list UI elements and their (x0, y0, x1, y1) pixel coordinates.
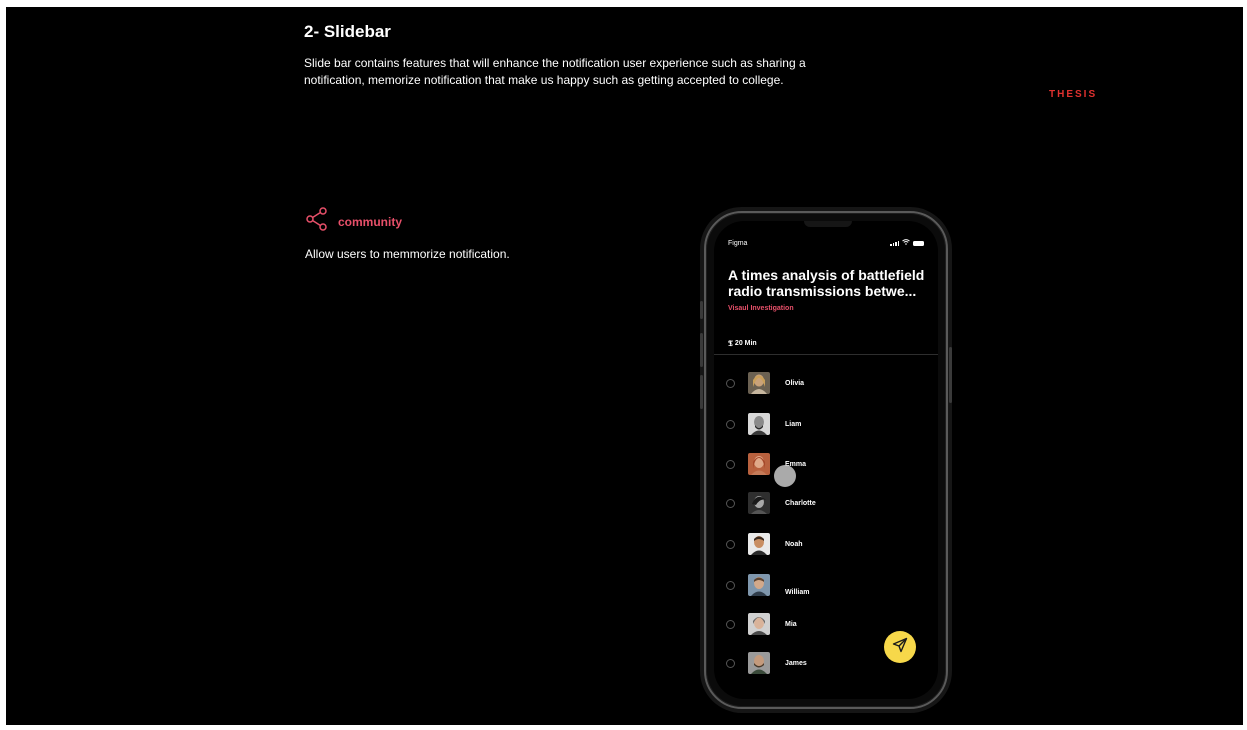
contact-item-mia[interactable]: Mia (726, 612, 797, 636)
avatar (748, 413, 770, 435)
touch-indicator (774, 465, 796, 487)
contact-item-charlotte[interactable]: Charlotte (726, 491, 816, 515)
phone-volume-down (700, 375, 703, 409)
radio-olivia[interactable] (726, 378, 735, 388)
radio-william[interactable] (726, 580, 735, 590)
nyt-logo-icon: 𝕿 (728, 338, 733, 348)
contact-item-liam[interactable]: Liam (726, 412, 801, 436)
contact-name: James (785, 659, 807, 667)
status-app-name: Figma (728, 239, 748, 247)
feature-community: community (305, 207, 402, 236)
contact-name: William (785, 588, 810, 596)
radio-liam[interactable] (726, 419, 735, 429)
article-title: A times analysis of battlefield radio tr… (728, 267, 925, 299)
send-button[interactable] (884, 631, 916, 663)
divider (714, 354, 938, 355)
battery-icon (913, 240, 924, 246)
phone-mockup: Figma A times analysis of battlefield ra… (700, 211, 952, 709)
feature-label: community (338, 214, 403, 229)
slide-heading: 2- Slidebar (304, 22, 391, 41)
avatar (748, 613, 770, 635)
avatar (748, 492, 770, 514)
avatar (748, 372, 770, 394)
feature-description: Allow users to memmorize notification. (305, 247, 510, 261)
contact-name: Liam (785, 420, 802, 428)
phone-screen: Figma A times analysis of battlefield ra… (714, 221, 938, 699)
status-icons (890, 239, 924, 247)
slide-description: Slide bar contains features that will en… (304, 56, 806, 87)
phone-power-button (949, 347, 952, 403)
contact-item-olivia[interactable]: Olivia (726, 371, 804, 395)
radio-charlotte[interactable] (726, 498, 735, 508)
read-time: 𝕿 20 Min (728, 338, 757, 349)
brand-label: THESIS (1049, 89, 1098, 100)
read-time-label: 20 Min (734, 340, 757, 347)
phone-volume-up (700, 333, 703, 367)
status-bar: Figma (728, 239, 924, 247)
radio-emma[interactable] (726, 459, 735, 469)
slide: 2- Slidebar Slide bar contains features … (6, 7, 1243, 725)
contact-item-william[interactable]: William (726, 573, 809, 597)
phone-side-button (700, 301, 703, 319)
contact-item-james[interactable]: James (726, 651, 807, 675)
phone-notch (804, 221, 852, 227)
contact-name: Charlotte (785, 499, 816, 507)
contact-item-noah[interactable]: Noah (726, 532, 803, 556)
avatar (748, 574, 770, 596)
article-category[interactable]: Visaul Investigation (728, 305, 794, 312)
radio-james[interactable] (726, 658, 735, 668)
avatar (748, 453, 770, 475)
avatar (748, 652, 770, 674)
share-icon (305, 207, 329, 236)
wifi-icon (902, 239, 910, 247)
radio-mia[interactable] (726, 619, 735, 629)
avatar (748, 533, 770, 555)
radio-noah[interactable] (726, 539, 735, 549)
signal-icon (890, 240, 899, 246)
send-icon (892, 637, 908, 658)
contact-name: Olivia (785, 379, 805, 387)
contact-name: Noah (785, 540, 803, 548)
contact-name: Mia (785, 620, 797, 628)
